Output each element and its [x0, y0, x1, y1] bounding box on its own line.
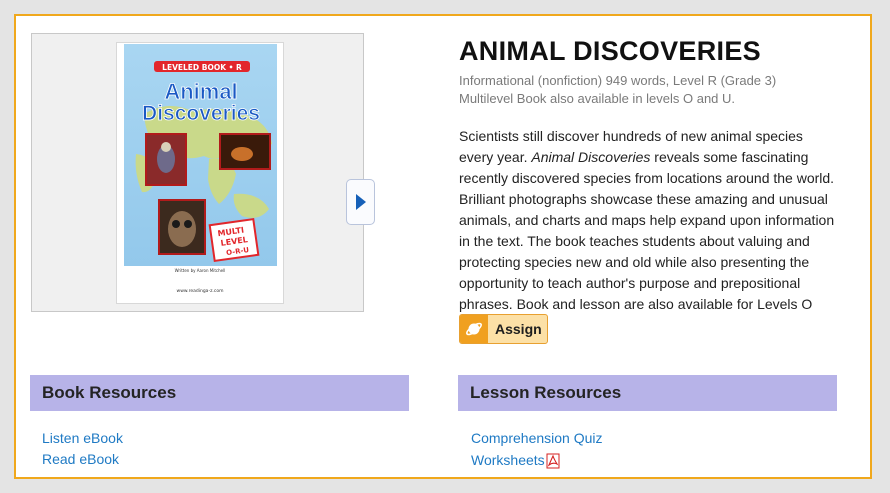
cover-banner-text: LEVELED BOOK • R — [162, 63, 242, 72]
cover-title-line2: Discoveries — [142, 102, 260, 125]
chevron-right-icon — [356, 194, 366, 210]
pdf-icon[interactable] — [546, 453, 561, 469]
assign-label: Assign — [495, 321, 542, 337]
book-title: ANIMAL DISCOVERIES — [459, 36, 761, 66]
assign-button[interactable]: Assign — [459, 314, 548, 344]
book-description: Scientists still discover hundreds of ne… — [459, 126, 839, 336]
description-text-2: reveals some fascinating recently discov… — [459, 149, 835, 333]
read-ebook-link[interactable]: Read eBook — [42, 451, 119, 467]
cover-illustration: LEVELED BOOK • R Animal Discoveries MULT… — [124, 44, 277, 303]
cover-site: www.readinga-z.com — [177, 288, 224, 294]
comprehension-quiz-link[interactable]: Comprehension Quiz — [471, 430, 603, 446]
lesson-resources-heading: Lesson Resources — [458, 375, 837, 411]
cover-viewer: LEVELED BOOK • R Animal Discoveries MULT… — [31, 33, 375, 312]
planet-icon — [466, 322, 482, 336]
book-cover-image[interactable]: LEVELED BOOK • R Animal Discoveries MULT… — [116, 42, 284, 304]
book-resources-heading: Book Resources — [30, 375, 409, 411]
listen-ebook-link[interactable]: Listen eBook — [42, 430, 123, 446]
book-meta-line2: Multilevel Book also available in levels… — [459, 91, 736, 106]
book-meta-line1: Informational (nonfiction) 949 words, Le… — [459, 73, 777, 88]
cover-title-line1: Animal — [164, 79, 237, 104]
worksheets-link[interactable]: Worksheets — [471, 452, 545, 468]
assign-icon-box — [460, 315, 488, 343]
next-page-button[interactable] — [346, 179, 375, 225]
cover-byline: Written by Aaron Mitchell — [175, 268, 226, 273]
book-meta: Informational (nonfiction) 949 words, Le… — [459, 72, 776, 108]
book-detail-panel: LEVELED BOOK • R Animal Discoveries MULT… — [14, 14, 872, 479]
description-book-title: Animal Discoveries — [531, 149, 651, 165]
